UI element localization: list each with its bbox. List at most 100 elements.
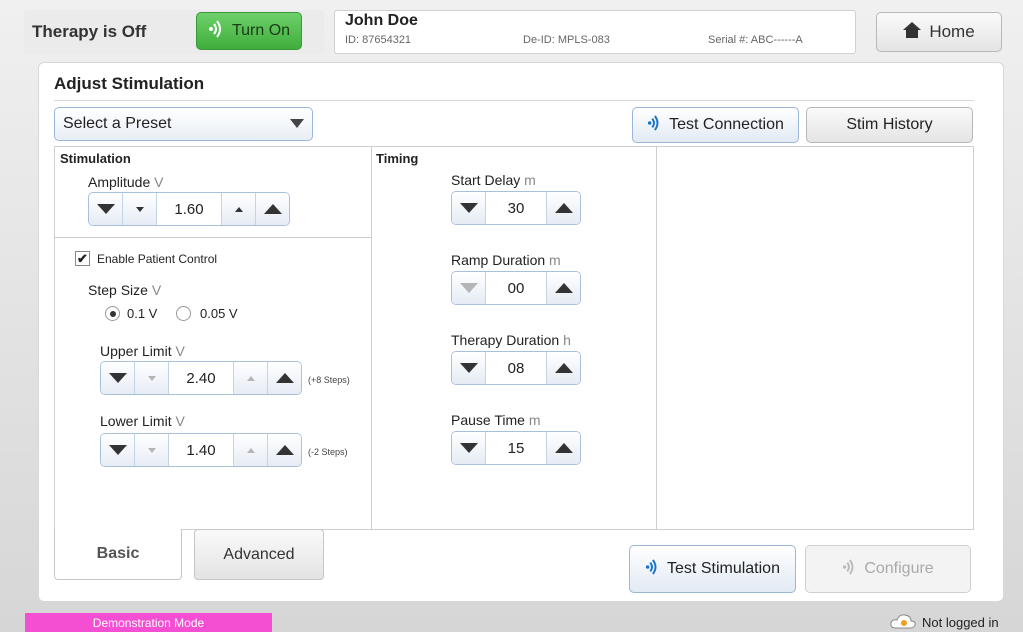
ramp-duration-decrease-button[interactable] [452,272,486,304]
home-icon [903,21,922,43]
test-connection-button[interactable]: Test Connection [632,107,799,143]
upper-limit-unit: V [175,343,185,359]
lower-limit-unit: V [175,413,185,429]
patient-deid: De-ID: MPLS-083 [523,34,610,46]
enable-patient-control-checkbox[interactable]: ✔ [75,251,90,266]
triangle-up-icon [246,447,255,453]
upper-limit-decrease-small-button[interactable] [135,362,169,394]
demonstration-mode-label: Demonstration Mode [92,615,205,630]
therapy-duration-decrease-button[interactable] [452,352,486,384]
pause-time-stepper: 15 [451,431,581,465]
step-size-option-0-1: 0.1 V [127,306,158,321]
therapy-duration-increase-button[interactable] [546,352,580,384]
triangle-down-icon [108,445,127,455]
triangle-down-icon [108,373,127,383]
therapy-status-label: Therapy is Off [32,22,147,41]
step-size-unit: V [151,282,162,298]
ramp-duration-unit: m [549,252,561,268]
tab-advanced[interactable]: Advanced [194,529,324,580]
demonstration-mode-badge: Demonstration Mode [25,613,272,632]
pause-time-label-text: Pause Time [451,412,525,428]
pause-time-label: Pause Time m [451,412,541,428]
triangle-down-icon [459,283,478,293]
therapy-duration-label: Therapy Duration h [451,332,571,348]
lower-limit-value[interactable]: 1.40 [169,434,233,466]
tab-basic[interactable]: Basic [54,529,182,580]
start-delay-decrease-button[interactable] [452,192,486,224]
therapy-duration-value[interactable]: 08 [486,352,546,384]
home-button[interactable]: Home [876,12,1002,52]
amplitude-unit: V [154,174,164,190]
divider [54,100,974,101]
upper-limit-value[interactable]: 2.40 [169,362,233,394]
triangle-up-icon [554,443,573,453]
start-delay-unit: m [524,172,536,188]
enable-patient-control-label: Enable Patient Control [97,252,218,266]
triangle-down-icon [147,375,156,381]
start-delay-value[interactable]: 30 [486,192,546,224]
login-status[interactable]: Not logged in [890,613,999,632]
ramp-duration-value[interactable]: 00 [486,272,546,304]
pause-time-value[interactable]: 15 [486,432,546,464]
triangle-down-icon [459,203,478,213]
home-label: Home [929,22,975,41]
step-size-radio-0-05[interactable] [176,306,191,321]
login-status-label: Not logged in [922,615,999,630]
step-size-option-0-05: 0.05 V [200,306,238,321]
lower-limit-decrease-large-button[interactable] [101,434,135,466]
lower-limit-increase-large-button[interactable] [267,434,301,466]
ramp-duration-stepper: 00 [451,271,581,305]
start-delay-label-text: Start Delay [451,172,521,188]
triangle-down-icon [147,447,156,453]
lower-limit-decrease-small-button[interactable] [135,434,169,466]
triangle-up-icon [554,203,573,213]
step-size-radio-0-1[interactable] [105,306,120,321]
therapy-duration-stepper: 08 [451,351,581,385]
triangle-up-icon [275,373,294,383]
upper-limit-increase-large-button[interactable] [267,362,301,394]
lower-limit-increase-small-button[interactable] [233,434,267,466]
upper-limit-steps-note: (+8 Steps) [308,375,350,385]
turn-on-label: Turn On [231,22,291,39]
lower-limit-label: Lower Limit V [100,413,185,429]
ramp-duration-increase-button[interactable] [546,272,580,304]
wireless-signal-icon [645,558,659,580]
amplitude-increase-small-button[interactable] [221,193,255,225]
preset-select[interactable]: Select a Preset [54,107,313,141]
pause-time-decrease-button[interactable] [452,432,486,464]
patient-name: John Doe [345,12,418,29]
ramp-duration-label-text: Ramp Duration [451,252,546,268]
amplitude-increase-large-button[interactable] [255,193,289,225]
amplitude-label: Amplitude V [88,174,164,190]
triangle-down-icon [96,204,115,214]
triangle-up-icon [554,363,573,373]
amplitude-value[interactable]: 1.60 [157,193,221,225]
triangle-up-icon [234,206,243,212]
triangle-up-icon [246,375,255,381]
start-delay-increase-button[interactable] [546,192,580,224]
amplitude-label-text: Amplitude [88,174,151,190]
test-stimulation-button[interactable]: Test Stimulation [629,545,796,593]
step-size-label-text: Step Size [88,282,148,298]
upper-limit-increase-small-button[interactable] [233,362,267,394]
patient-id: ID: 87654321 [345,34,412,46]
triangle-down-icon [135,206,144,212]
configure-button[interactable]: Configure [805,545,971,593]
test-stimulation-label: Test Stimulation [667,560,780,577]
wireless-signal-icon [208,19,224,43]
turn-on-button[interactable]: Turn On [196,12,302,50]
divider [55,237,371,238]
upper-limit-decrease-large-button[interactable] [101,362,135,394]
amplitude-decrease-large-button[interactable] [89,193,123,225]
therapy-duration-label-text: Therapy Duration [451,332,560,348]
pause-time-increase-button[interactable] [546,432,580,464]
amplitude-decrease-small-button[interactable] [123,193,157,225]
test-connection-label: Test Connection [669,116,784,133]
triangle-up-icon [263,204,282,214]
stim-history-button[interactable]: Stim History [806,107,973,143]
ramp-duration-label: Ramp Duration m [451,252,561,268]
amplitude-stepper: 1.60 [88,192,290,226]
stim-history-label: Stim History [846,116,933,133]
step-size-label: Step Size V [88,282,161,298]
therapy-duration-unit: h [563,332,571,348]
